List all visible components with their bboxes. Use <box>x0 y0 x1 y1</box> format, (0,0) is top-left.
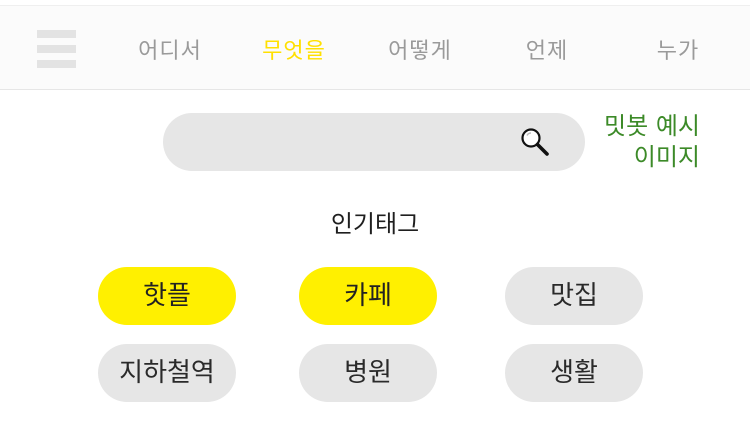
popular-tags-title: 인기태그 <box>330 210 420 238</box>
tab-when[interactable]: 언제 <box>502 33 592 65</box>
tab-how[interactable]: 어떻게 <box>375 33 465 65</box>
search-icon[interactable] <box>519 126 551 158</box>
note-line-1: 밋봇 예시 <box>604 112 700 140</box>
tab-what[interactable]: 무엇을 <box>249 33 339 65</box>
tag-hospital[interactable]: 병원 <box>299 344 437 402</box>
hamburger-menu-icon[interactable] <box>37 30 76 68</box>
tag-hotplace[interactable]: 핫플 <box>98 267 236 325</box>
tag-restaurant[interactable]: 맛집 <box>505 267 643 325</box>
tab-where[interactable]: 어디서 <box>125 33 215 65</box>
tag-cafe[interactable]: 카페 <box>299 267 437 325</box>
example-image-note: 밋봇 예시 이미지 <box>604 111 700 173</box>
tab-who[interactable]: 누가 <box>633 33 723 65</box>
top-nav-bar: 어디서 무엇을 어떻게 언제 누가 <box>0 6 750 90</box>
search-input[interactable] <box>163 113 585 171</box>
tag-subway-station[interactable]: 지하철역 <box>98 344 236 402</box>
note-line-2: 이미지 <box>633 143 700 171</box>
tag-living[interactable]: 생활 <box>505 344 643 402</box>
